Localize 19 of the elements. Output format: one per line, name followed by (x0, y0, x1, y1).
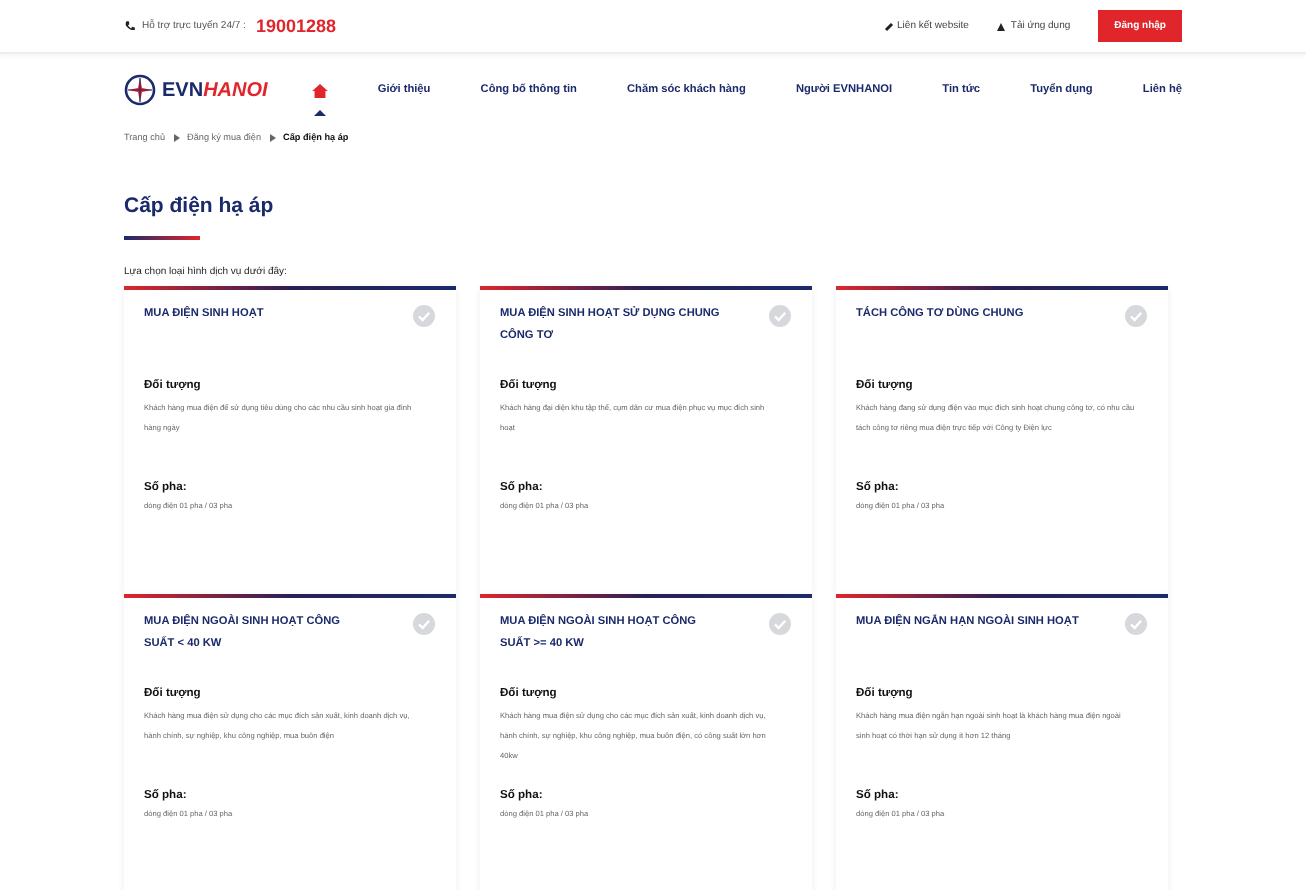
check-circle-icon[interactable] (1124, 304, 1148, 328)
check-circle-icon[interactable] (768, 612, 792, 636)
service-card[interactable] (124, 594, 456, 890)
logo-icon (124, 74, 156, 106)
check-circle-icon[interactable] (1124, 612, 1148, 636)
active-indicator (313, 109, 326, 115)
service-card[interactable] (480, 594, 812, 890)
chevron-icon (269, 133, 276, 141)
check-circle-icon[interactable] (768, 304, 792, 328)
title-underline (124, 236, 200, 240)
logo-text[interactable]: EVNHANOI (162, 79, 268, 101)
chevron-icon (173, 133, 180, 141)
check-circle-icon[interactable] (412, 304, 436, 328)
check-circle-icon[interactable] (412, 612, 436, 636)
page-title: Cấp điện hạ áp (124, 194, 276, 218)
home-icon[interactable] (311, 83, 328, 97)
phone-icon (124, 20, 136, 32)
service-card[interactable] (836, 286, 1168, 594)
hotline-number[interactable]: 19001288 (255, 16, 336, 36)
